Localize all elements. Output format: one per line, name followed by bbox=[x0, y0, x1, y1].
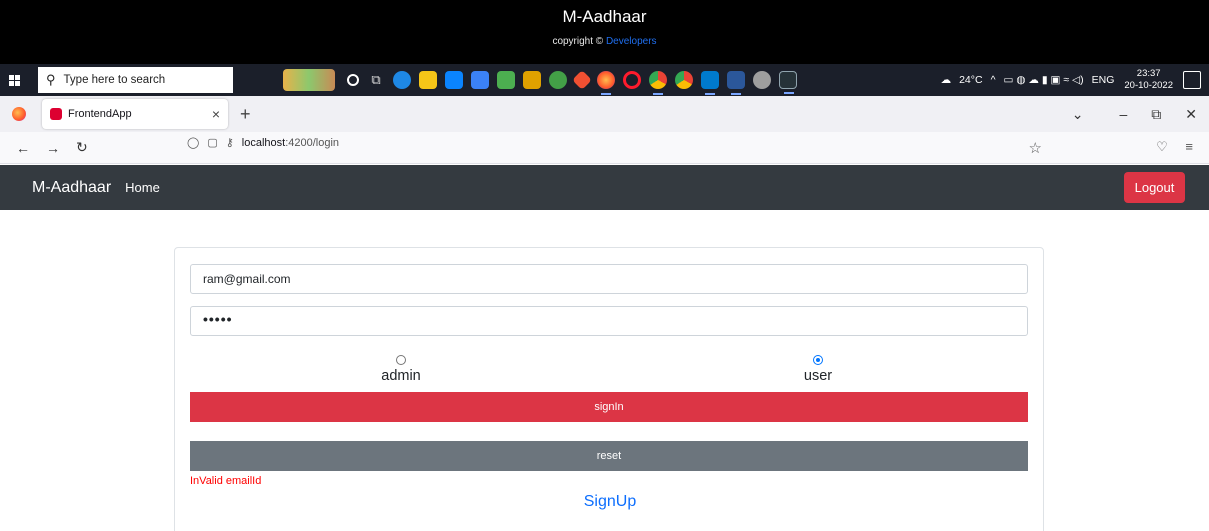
radio-admin[interactable] bbox=[396, 355, 406, 365]
tab-list-chevron-icon[interactable]: ⌄ bbox=[1072, 106, 1084, 123]
app-footer: M-Aadhaar copyright © Developers bbox=[0, 0, 1209, 64]
radio-user[interactable] bbox=[813, 355, 823, 365]
firefox-view-icon[interactable] bbox=[12, 107, 26, 121]
login-card: ram@gmail.com ••••• admin user signIn re… bbox=[174, 247, 1044, 531]
restore-icon[interactable]: ⧉ bbox=[1151, 106, 1161, 123]
edge-icon[interactable] bbox=[393, 71, 411, 89]
search-highlight-image[interactable] bbox=[283, 69, 335, 91]
navbar-brand[interactable]: M-Aadhaar bbox=[32, 179, 111, 197]
menu-icon[interactable]: ≡ bbox=[1185, 139, 1193, 154]
tab-title: FrontendApp bbox=[68, 108, 132, 120]
reload-icon[interactable]: ↻ bbox=[76, 139, 88, 156]
developers-link[interactable]: Developers bbox=[606, 36, 657, 47]
chevron-up-icon[interactable]: ^ bbox=[991, 74, 996, 86]
reset-button[interactable]: reset bbox=[190, 441, 1028, 471]
clock[interactable]: 23:37 20-10-2022 bbox=[1124, 68, 1173, 92]
back-icon[interactable]: ← bbox=[16, 140, 30, 156]
git-icon[interactable] bbox=[572, 70, 592, 90]
forward-icon[interactable]: → bbox=[46, 140, 60, 156]
password-field[interactable]: ••••• bbox=[190, 306, 1028, 336]
taskbar-search-placeholder: Type here to search bbox=[63, 74, 166, 86]
url-host: localhost bbox=[241, 136, 286, 149]
tab-frontendapp[interactable]: FrontendApp × bbox=[42, 99, 228, 129]
taskbar-search[interactable]: ⚲ Type here to search bbox=[38, 67, 233, 93]
settings-icon[interactable] bbox=[753, 71, 771, 89]
firefox-icon[interactable] bbox=[597, 71, 615, 95]
word-icon[interactable] bbox=[727, 71, 745, 95]
page-icon[interactable]: ▢ bbox=[207, 136, 217, 149]
weather-temp[interactable]: 24°C bbox=[959, 74, 982, 86]
cortana-icon[interactable] bbox=[347, 74, 359, 86]
copyright-text: copyright © bbox=[552, 36, 604, 47]
key-icon[interactable]: ⚷ bbox=[226, 136, 234, 149]
bookmark-star-icon[interactable]: ☆ bbox=[1029, 139, 1042, 157]
sublime-icon[interactable] bbox=[523, 71, 541, 89]
windows-icon bbox=[8, 74, 20, 86]
file-explorer-icon[interactable] bbox=[419, 71, 437, 89]
footer-copyright: copyright © Developers bbox=[0, 27, 1209, 47]
minimize-icon[interactable]: – bbox=[1119, 106, 1127, 122]
email-field[interactable]: ram@gmail.com bbox=[190, 264, 1028, 294]
close-window-icon[interactable]: ✕ bbox=[1185, 106, 1197, 123]
notification-icon[interactable] bbox=[1183, 71, 1201, 89]
signup-link[interactable]: SignUp bbox=[175, 493, 1045, 511]
chrome-canary-icon[interactable] bbox=[675, 71, 693, 89]
clock-time: 23:37 bbox=[1136, 68, 1161, 79]
browser-toolbar: ← → ↻ ◯ ▢ ⚷ localhost :4200/login ☆ ♡ ≡ bbox=[0, 132, 1209, 164]
angular-icon bbox=[50, 108, 62, 120]
system-tray: ☁ 24°C ^ ▭ ◍ ☁ ▮ ▣ ≈ ◁) ENG 23:37 20-10-… bbox=[937, 64, 1209, 96]
vscode-icon[interactable] bbox=[701, 71, 719, 95]
store-icon[interactable] bbox=[471, 71, 489, 89]
toolbar-right: ♡ ≡ bbox=[1142, 139, 1193, 155]
app-icon-green[interactable] bbox=[497, 71, 515, 89]
radio-user-group: user bbox=[778, 355, 858, 384]
opera-icon[interactable] bbox=[623, 71, 641, 89]
footer-title: M-Aadhaar bbox=[562, 7, 647, 26]
mail-icon[interactable] bbox=[445, 71, 463, 89]
browser-tabstrip: FrontendApp × + ⌄ – ⧉ ✕ bbox=[0, 96, 1209, 132]
windows-taskbar: ⚲ Type here to search ⧉ ☁ 24°C ^ ▭ ◍ ☁ ▮… bbox=[0, 64, 1209, 96]
signin-button[interactable]: signIn bbox=[190, 392, 1028, 422]
address-bar[interactable]: ◯ ▢ ⚷ localhost :4200/login bbox=[187, 136, 347, 150]
weather-icon[interactable]: ☁ bbox=[941, 74, 952, 86]
new-tab-icon[interactable]: + bbox=[240, 104, 251, 125]
window-controls: ⌄ – ⧉ ✕ bbox=[1060, 96, 1209, 132]
app-icon-round-green[interactable] bbox=[549, 71, 567, 89]
taskbar-apps: ⧉ bbox=[343, 70, 801, 95]
clock-date: 20-10-2022 bbox=[1124, 80, 1173, 91]
radio-admin-label: admin bbox=[381, 368, 421, 384]
logout-button[interactable]: Logout bbox=[1124, 172, 1185, 203]
language-indicator[interactable]: ENG bbox=[1092, 74, 1115, 86]
app-navbar: M-Aadhaar Home Logout bbox=[0, 165, 1209, 210]
close-tab-icon[interactable]: × bbox=[212, 106, 220, 122]
tray-icons[interactable]: ▭ ◍ ☁ ▮ ▣ ≈ ◁) bbox=[1004, 74, 1084, 86]
chrome-icon[interactable] bbox=[649, 71, 667, 95]
nav-home-link[interactable]: Home bbox=[125, 180, 160, 195]
pocket-icon[interactable]: ♡ bbox=[1156, 139, 1168, 154]
start-button[interactable] bbox=[0, 64, 28, 96]
radio-admin-group: admin bbox=[361, 355, 441, 384]
shield-icon[interactable]: ◯ bbox=[187, 136, 199, 149]
task-view-icon[interactable]: ⧉ bbox=[367, 71, 385, 89]
error-message: InValid emailId bbox=[190, 475, 262, 487]
url-path: :4200/login bbox=[285, 136, 340, 149]
terminal-icon[interactable] bbox=[779, 71, 797, 94]
search-icon: ⚲ bbox=[46, 72, 56, 87]
radio-user-label: user bbox=[803, 368, 833, 384]
